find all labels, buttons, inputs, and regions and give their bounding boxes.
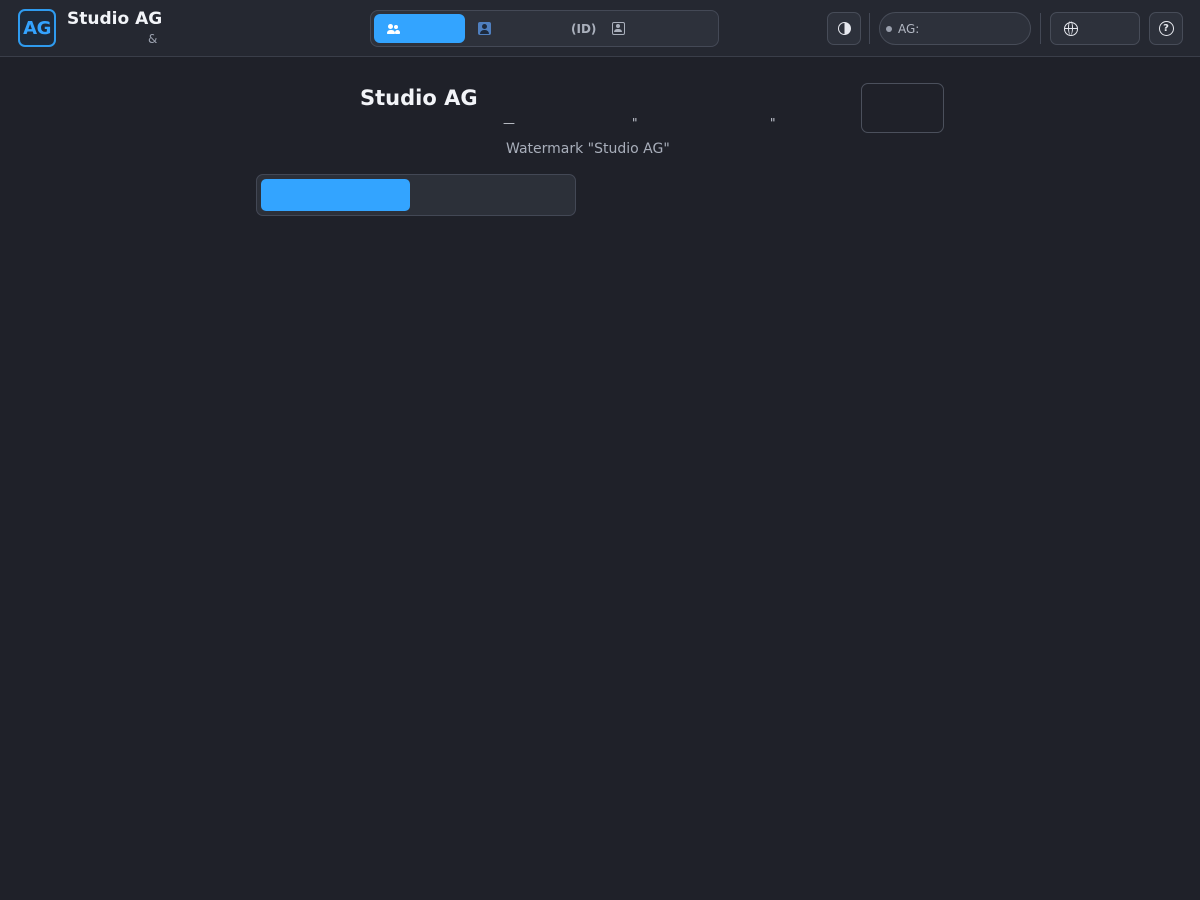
top-bar: AG Studio AG & (ID) AG: ? — [0, 0, 1200, 57]
tab-id-label: (ID) — [571, 21, 597, 36]
help-icon: ? — [1158, 21, 1174, 36]
toolbar-divider — [1040, 13, 1041, 44]
status-text: AG: — [898, 21, 920, 36]
progress-fill — [261, 179, 410, 211]
tab-users[interactable] — [374, 14, 465, 43]
globe-icon — [1064, 21, 1078, 36]
profile-outline-icon — [612, 22, 625, 35]
watermark-label: Watermark "Studio AG" — [506, 141, 670, 157]
contrast-toggle-button[interactable] — [827, 12, 861, 45]
app-subtitle: & — [148, 32, 158, 46]
action-button[interactable] — [861, 83, 944, 133]
contrast-icon — [837, 22, 851, 35]
toolbar-divider — [869, 13, 870, 44]
app-title: Studio AG — [67, 9, 163, 29]
description-quote-close: " — [770, 116, 776, 130]
language-button[interactable] — [1050, 12, 1140, 45]
logo-text: AG — [23, 17, 51, 39]
description-dash: — — [503, 116, 515, 130]
description-quote-open: " — [632, 116, 638, 130]
status-indicator[interactable]: AG: — [879, 12, 1031, 45]
progress-bar — [256, 174, 576, 216]
tab-profile[interactable] — [607, 14, 715, 43]
page-title: Studio AG — [360, 86, 478, 110]
status-dot — [886, 25, 892, 32]
app-logo[interactable]: AG — [18, 9, 56, 47]
tab-id[interactable]: (ID) — [471, 14, 601, 43]
help-button[interactable]: ? — [1149, 12, 1183, 45]
profile-card-icon — [478, 22, 491, 35]
mode-tabs: (ID) — [370, 10, 719, 47]
users-icon — [387, 23, 400, 34]
